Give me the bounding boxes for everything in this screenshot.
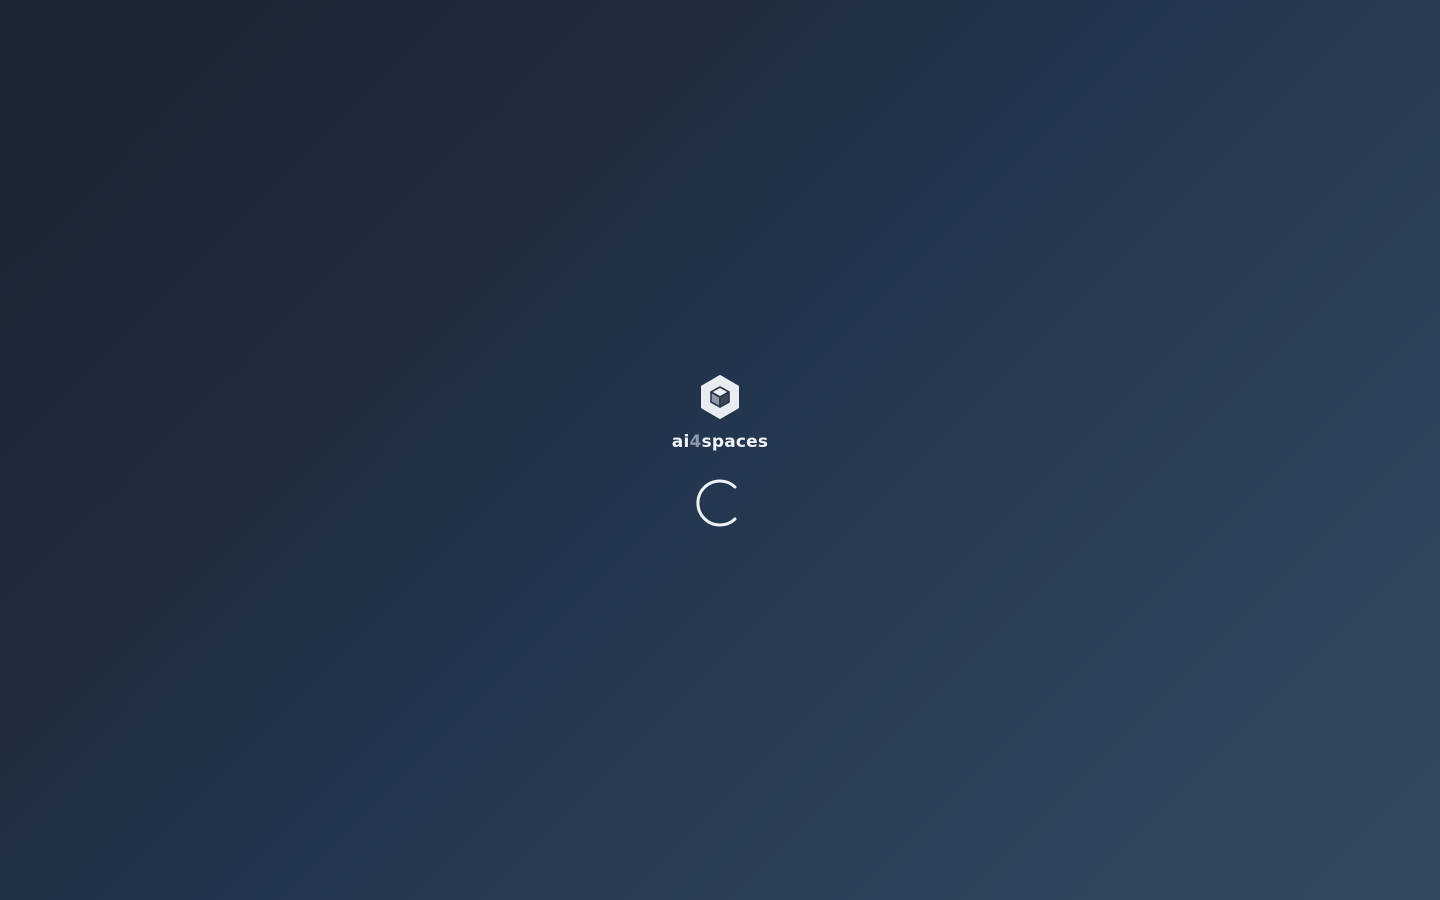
loading-screen: ai4spaces xyxy=(0,0,1440,900)
brand-name-suffix: spaces xyxy=(701,432,769,452)
brand-wordmark: ai4spaces xyxy=(620,430,820,454)
brand-name-prefix: ai xyxy=(671,432,690,452)
loading-spinner-icon xyxy=(694,478,744,528)
brand-name-digit: 4 xyxy=(689,432,702,452)
hexagon-cube-icon xyxy=(698,374,742,420)
